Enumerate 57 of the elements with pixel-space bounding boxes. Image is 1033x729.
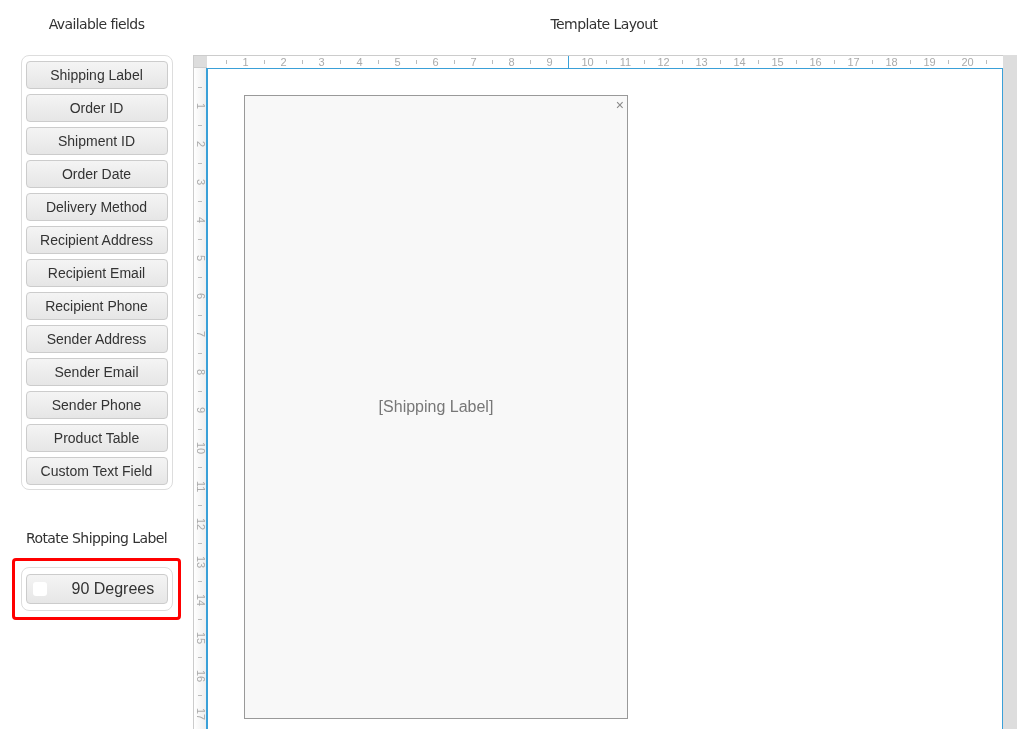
rotate-option-button[interactable]: 90 Degrees	[25, 574, 168, 604]
field-button[interactable]: Sender Email	[25, 358, 168, 386]
ruler-number: 13	[194, 555, 206, 571]
scrollbar[interactable]	[1003, 55, 1017, 729]
ruler-number: 7	[194, 330, 206, 340]
ruler-number: 19	[922, 56, 937, 68]
field-button[interactable]: Sender Phone	[25, 391, 168, 419]
shipping-label-element[interactable]: × [Shipping Label]	[244, 95, 628, 719]
field-button[interactable]: Order Date	[25, 160, 168, 188]
ruler-number: 16	[194, 669, 206, 685]
ruler-number: 9	[545, 56, 554, 68]
ruler-number: 15	[770, 56, 785, 68]
field-button[interactable]: Product Table	[25, 424, 168, 452]
field-button[interactable]: Recipient Email	[25, 259, 168, 287]
ruler-number: 4	[355, 56, 364, 68]
ruler-number: 2	[279, 56, 288, 68]
field-button[interactable]: Sender Address	[25, 325, 168, 353]
ruler-number: 20	[960, 56, 975, 68]
ruler-number: 1	[194, 102, 206, 112]
ruler-number: 8	[194, 368, 206, 378]
ruler-number: 12	[194, 517, 206, 533]
ruler-number: 8	[507, 56, 516, 68]
ruler-number: 16	[808, 56, 823, 68]
panel-title: Available fields	[48, 15, 145, 34]
layout-title: Template Layout	[549, 15, 659, 34]
ruler-number: 1	[241, 56, 250, 68]
ruler-number: 5	[194, 254, 206, 264]
ruler-number: 6	[431, 56, 440, 68]
field-button[interactable]: Recipient Phone	[25, 292, 168, 320]
field-button[interactable]: Shipment ID	[25, 127, 168, 155]
ruler-number: 17	[194, 707, 206, 723]
field-button[interactable]: Order ID	[25, 94, 168, 122]
ruler-number: 18	[884, 56, 899, 68]
ruler-number: 14	[194, 593, 206, 609]
field-button[interactable]: Custom Text Field	[25, 457, 168, 485]
ruler-number: 13	[694, 56, 709, 68]
ruler-number: 14	[732, 56, 747, 68]
field-button[interactable]: Recipient Address	[25, 226, 168, 254]
ruler-number: 5	[393, 56, 402, 68]
ruler-number: 12	[656, 56, 671, 68]
ruler-number: 11	[618, 56, 633, 68]
ruler-number: 3	[194, 178, 206, 188]
field-button[interactable]: Shipping Label	[25, 61, 168, 89]
ruler-number: 4	[194, 216, 206, 226]
ruler-number: 10	[580, 56, 595, 68]
ruler-number: 10	[194, 441, 206, 457]
ruler-number: 2	[194, 140, 206, 150]
ruler-number: 6	[194, 292, 206, 302]
ruler-number: 17	[846, 56, 861, 68]
element-text: [Shipping Label]	[378, 398, 494, 416]
ruler-number: 7	[469, 56, 478, 68]
ruler-number: 3	[317, 56, 326, 68]
ruler-number: 15	[194, 631, 206, 647]
ruler-number: 11	[194, 479, 206, 495]
ruler-number: 9	[194, 406, 206, 416]
panel-title: Rotate Shipping Label	[26, 529, 167, 548]
field-button[interactable]: Delivery Method	[25, 193, 168, 221]
